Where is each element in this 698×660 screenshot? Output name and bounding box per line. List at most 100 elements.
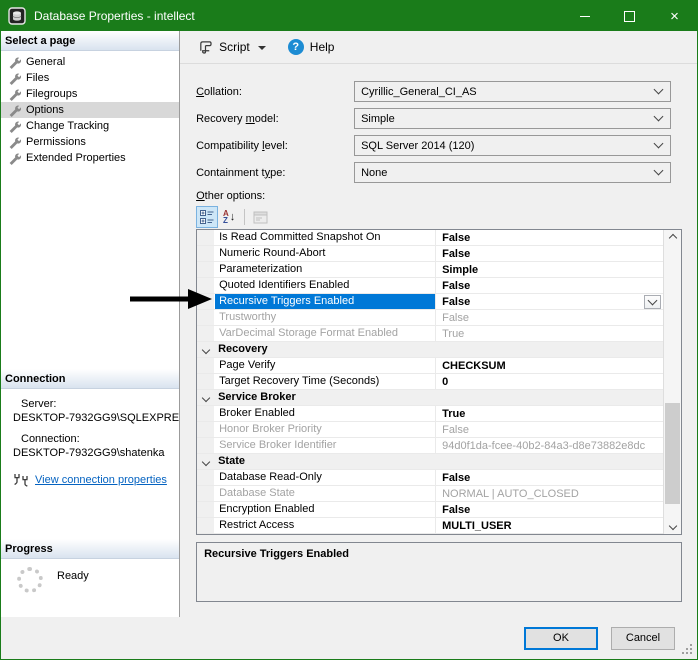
property-row-recursive-triggers-enabled[interactable]: Recursive Triggers EnabledFalse (197, 294, 663, 310)
property-value-text: True (442, 328, 464, 340)
property-name: Parameterization (215, 262, 436, 277)
property-value-text: False (442, 248, 470, 260)
connection-header: Connection (1, 369, 179, 389)
property-row-numeric-round-abort[interactable]: Numeric Round-AbortFalse (197, 246, 663, 262)
scroll-up-button[interactable] (664, 230, 681, 246)
property-row-honor-broker-priority[interactable]: Honor Broker PriorityFalse (197, 422, 663, 438)
toolbar-separator (244, 209, 245, 225)
property-row-broker-enabled[interactable]: Broker EnabledTrue (197, 406, 663, 422)
ok-button[interactable]: OK (524, 627, 598, 650)
property-row-database-state[interactable]: Database StateNORMAL | AUTO_CLOSED (197, 486, 663, 502)
property-value: False (436, 246, 663, 261)
containment-type-select[interactable]: None (354, 162, 671, 183)
category-row-state[interactable]: State (197, 454, 663, 470)
category-label: Service Broker (214, 390, 296, 405)
property-row-trustworthy[interactable]: TrustworthyFalse (197, 310, 663, 326)
page-tree: General FilesFilegroups Options Change Trac… (1, 51, 179, 369)
scroll-down-button[interactable] (664, 518, 681, 534)
script-dropdown-arrow[interactable] (258, 46, 266, 50)
property-value: True (436, 326, 663, 341)
connection-value: DESKTOP-7932GG9\shatenka (1, 447, 179, 459)
sidebar-item-extended-properties[interactable]: Extended Properties (1, 150, 179, 166)
property-row-page-verify[interactable]: Page VerifyCHECKSUM (197, 358, 663, 374)
property-value: False (436, 502, 663, 517)
property-name: Page Verify (215, 358, 436, 373)
property-row-quoted-identifiers-enabled[interactable]: Quoted Identifiers EnabledFalse (197, 278, 663, 294)
sidebar-item-change-tracking[interactable]: Change Tracking (1, 118, 179, 134)
sidebar-item-label: Change Tracking (26, 120, 109, 132)
property-value: Simple (436, 262, 663, 277)
help-button[interactable]: ? Help (270, 36, 339, 58)
connection-label: Connection: (1, 433, 179, 445)
property-name: Target Recovery Time (Seconds) (215, 374, 436, 389)
sidebar-item-filegroups[interactable]: Filegroups (1, 86, 179, 102)
close-button[interactable]: × (652, 1, 697, 31)
wrench-icon (8, 72, 21, 85)
property-row-restrict-access[interactable]: Restrict AccessMULTI_USER (197, 518, 663, 534)
maximize-button[interactable] (607, 1, 652, 31)
main-panel: Script ? Help Collation:Cyrillic_General… (180, 31, 697, 617)
property-pages-icon (253, 211, 268, 224)
property-row-database-read-only[interactable]: Database Read-Only False (197, 470, 663, 486)
wrench-icon (8, 104, 21, 117)
alphabetical-button[interactable]: AZ ↓ (218, 206, 240, 228)
window-title: Database Properties - intellect (34, 9, 195, 23)
minimize-icon (580, 16, 590, 17)
property-row-encryption-enabled[interactable]: Encryption EnabledFalse (197, 502, 663, 518)
compatibility-level-select[interactable]: SQL Server 2014 (120) (354, 135, 671, 156)
progress-spinner-icon (17, 567, 43, 593)
row-margin (197, 278, 215, 293)
recovery-model-label: Recovery model: (196, 113, 354, 125)
property-value: 94d0f1da-fcee-40b2-84a3-d8e73882e8dc (436, 438, 663, 453)
row-margin (197, 502, 215, 517)
property-value-text: False (442, 504, 470, 516)
sidebar-item-files[interactable]: Files (1, 70, 179, 86)
property-value-text: False (442, 280, 470, 292)
form-row-collation: Collation:Cyrillic_General_CI_AS (196, 81, 682, 102)
script-icon (198, 39, 213, 55)
categorized-icon (199, 209, 215, 225)
property-row-parameterization[interactable]: ParameterizationSimple (197, 262, 663, 278)
progress-status: Ready (57, 570, 89, 582)
row-margin (197, 470, 215, 485)
property-name: Is Read Committed Snapshot On (215, 230, 436, 245)
property-row-target-recovery-time-seconds[interactable]: Target Recovery Time (Seconds)0 (197, 374, 663, 390)
script-button[interactable]: Script (194, 36, 270, 58)
property-value-text: False (442, 312, 469, 324)
collapse-chevron-icon (197, 454, 214, 469)
minimize-button[interactable] (562, 1, 607, 31)
sidebar-item-general[interactable]: General (1, 54, 179, 70)
collation-label: Collation: (196, 86, 354, 98)
resize-grip[interactable] (690, 652, 692, 654)
property-value: False (436, 470, 663, 485)
property-row-is-read-committed-snapshot-on[interactable]: Is Read Committed Snapshot OnFalse (197, 230, 663, 246)
value-dropdown-button[interactable] (644, 295, 661, 309)
property-name: Recursive Triggers Enabled (215, 294, 436, 309)
cancel-button[interactable]: Cancel (611, 627, 675, 650)
sidebar-item-options[interactable]: Options (1, 102, 179, 118)
row-margin (197, 486, 215, 501)
selected-value: Simple (361, 113, 395, 125)
property-row-service-broker-identifier[interactable]: Service Broker Identifier94d0f1da-fcee-4… (197, 438, 663, 454)
chevron-down-icon (655, 165, 662, 177)
sidebar-item-label: General (26, 56, 65, 68)
chevron-down-icon (655, 138, 662, 150)
categorized-button[interactable] (196, 206, 218, 228)
recovery-model-select[interactable]: Simple (354, 108, 671, 129)
property-value-text: MULTI_USER (442, 520, 511, 532)
property-pages-button (249, 206, 271, 228)
sidebar-item-label: Options (26, 104, 64, 116)
collation-select[interactable]: Cyrillic_General_CI_AS (354, 81, 671, 102)
sidebar-item-label: Extended Properties (26, 152, 126, 164)
grid-scrollbar[interactable] (663, 230, 681, 534)
scrollbar-thumb[interactable] (665, 403, 680, 503)
property-name: Honor Broker Priority (215, 422, 436, 437)
category-row-service-broker[interactable]: Service Broker (197, 390, 663, 406)
selected-value: SQL Server 2014 (120) (361, 140, 474, 152)
property-value-text: False (442, 472, 470, 484)
sidebar-item-permissions[interactable]: Permissions (1, 134, 179, 150)
category-row-recovery[interactable]: Recovery (197, 342, 663, 358)
view-connection-properties-link[interactable]: View connection properties (35, 474, 167, 486)
property-row-vardecimal-storage-format-enabled[interactable]: VarDecimal Storage Format EnabledTrue (197, 326, 663, 342)
property-name: Database Read-Only (215, 470, 436, 485)
